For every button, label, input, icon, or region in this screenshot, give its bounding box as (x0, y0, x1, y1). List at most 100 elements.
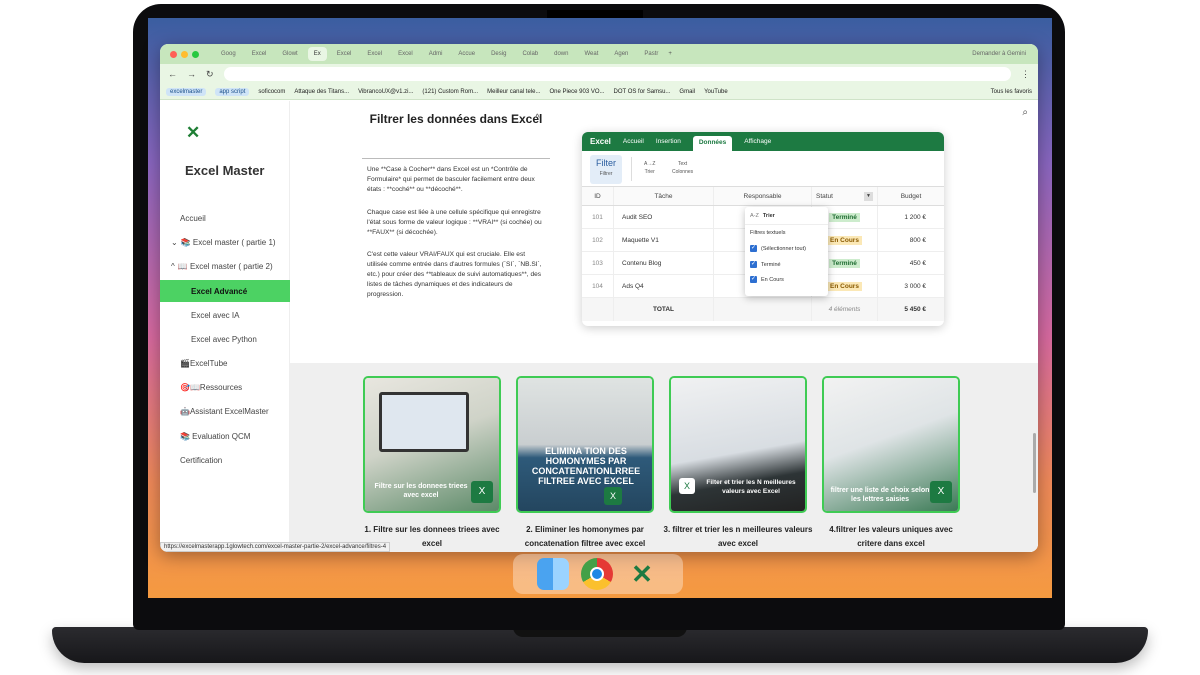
tab[interactable]: Glowt (276, 47, 303, 61)
excel-tab[interactable]: Affichage (744, 138, 771, 145)
url-input[interactable] (223, 67, 1011, 81)
finder-icon[interactable] (537, 558, 569, 590)
close-window-button[interactable] (170, 50, 177, 58)
card-caption[interactable]: 3. filtrer et trier les n meilleures val… (663, 523, 813, 551)
sidebar-item-excel-advance[interactable]: Excel Advancé (160, 280, 290, 302)
excel-logo-icon: X (604, 487, 622, 505)
card-caption[interactable]: 2. Eliminer les homonymes par concatenat… (510, 523, 660, 551)
excel-logo-icon: X (679, 478, 695, 494)
bookmark[interactable]: YouTube (704, 89, 728, 95)
tab[interactable]: Colab (516, 47, 544, 61)
bookmark[interactable]: Attaque des Titans... (294, 89, 349, 95)
reload-icon[interactable]: ↻ (206, 69, 214, 80)
dropdown-option[interactable]: ✓ En Cours (750, 276, 784, 283)
excel-tab[interactable]: Insertion (656, 138, 681, 145)
sidebar-item-exceltube[interactable]: 🎬ExcelTube (160, 352, 290, 374)
cell-id: 101 (582, 206, 614, 228)
tab-active[interactable]: Ex (307, 47, 327, 61)
maximize-window-button[interactable] (192, 50, 199, 58)
tab[interactable]: Desig (485, 47, 512, 61)
option-label: Terminé (761, 261, 781, 268)
bookmark[interactable]: app script (215, 87, 250, 96)
excel-brand: Excel (590, 137, 611, 146)
tab[interactable]: Admi (423, 47, 449, 61)
sidebar-item-certification[interactable]: Certification (160, 449, 290, 471)
header-owner: Responsable (714, 187, 812, 205)
paragraph: Une **Case à Cocher** dans Excel est un … (367, 166, 535, 193)
filter-dropdown-icon[interactable]: ▼ (864, 191, 873, 201)
sidebar-item-accueil[interactable]: Accueil (160, 207, 290, 229)
text-columns-button[interactable]: Text Colonnes (672, 160, 693, 176)
dropdown-option[interactable]: ✓ (Sélectionner tout) (750, 245, 806, 252)
bookmark[interactable]: DOT OS for Samsu... (614, 89, 671, 95)
header-status[interactable]: Statut ▼ (812, 187, 878, 205)
gemini-button[interactable]: Demander à Gemini (966, 47, 1032, 61)
tab[interactable]: Excel (331, 47, 358, 61)
tab[interactable]: Agen (608, 47, 634, 61)
filter-button[interactable]: Filter Filtrer (590, 155, 622, 184)
tab[interactable]: Accue (452, 47, 481, 61)
tab[interactable]: Excel (361, 47, 388, 61)
status-badge: Terminé (829, 258, 860, 268)
sidebar-item-partie-2[interactable]: ^ 📖 Excel master ( partie 2) (160, 255, 290, 277)
bookmark[interactable]: soficocom (258, 89, 285, 95)
bookmark-folder[interactable]: Tous les favoris (991, 89, 1032, 95)
tutorial-card[interactable]: Filtre sur les donnees triees avec excel… (363, 376, 501, 513)
sidebar-item-excel-python[interactable]: Excel avec Python (160, 328, 290, 350)
tutorial-card[interactable]: Filter et trier les N meilleures valeurs… (669, 376, 807, 513)
status-badge: En Cours (827, 281, 862, 291)
dropdown-sort[interactable]: A-Z Trier (750, 213, 775, 219)
collapse-icon[interactable]: ^ (535, 113, 540, 124)
new-tab-icon[interactable]: + (668, 51, 672, 57)
bookmarks-bar: excelmaster app script soficocom Attaque… (160, 84, 1038, 100)
bookmark[interactable]: Meilleur canal tele... (487, 89, 540, 95)
checkbox-checked-icon[interactable]: ✓ (750, 276, 757, 283)
tutorial-card[interactable]: ELIMINA TION DES HOMONYMES PAR CONCATENA… (516, 376, 654, 513)
header-budget: Budget (900, 192, 922, 200)
bookmark[interactable]: (121) Custom Rom... (422, 89, 478, 95)
tab[interactable]: Excel (246, 47, 273, 61)
excel-dock-icon[interactable]: ✕ (626, 558, 658, 590)
card-caption[interactable]: 4.filtrer les valeurs uniques avec crite… (816, 523, 966, 551)
table-header: ID Tâche Responsable Statut ▼ Budget (582, 187, 944, 206)
tutorial-cards-section: Filtre sur les donnees triees avec excel… (290, 363, 1038, 552)
bookmark[interactable]: One Piece 903 VO... (549, 89, 604, 95)
cell-task: Maquette V1 (614, 229, 714, 251)
sort-icon: A-Z (750, 213, 759, 219)
bookmark[interactable]: excelmaster (166, 87, 207, 96)
menu-icon[interactable]: ⋮ (1021, 69, 1030, 80)
sidebar-item-label: 📚 Excel master ( partie 1) (180, 237, 276, 247)
filter-dropdown: A-Z Trier Filtres textuels ✓ (Sélectionner… (745, 207, 828, 296)
forward-icon[interactable]: → (187, 69, 196, 79)
columns-label: Colonnes (672, 169, 694, 175)
bookmark[interactable]: VibrancoUX@v1.zi... (358, 89, 413, 95)
card-overlay-text: filtrer une liste de choix selon les let… (830, 487, 930, 503)
sort-button[interactable]: A→Z Trier (644, 160, 655, 176)
tab[interactable]: down (548, 47, 574, 61)
dropdown-option[interactable]: ✓ Terminé (750, 261, 781, 268)
chrome-icon[interactable] (581, 558, 613, 590)
tab[interactable]: Weat (578, 47, 604, 61)
sidebar-item-evaluation[interactable]: 📚 Evaluation QCM (160, 425, 290, 447)
page-title: Filtrer les données dans Excel (369, 112, 543, 126)
cell-task: Ads Q4 (614, 275, 714, 297)
tab[interactable]: Goog (215, 47, 242, 61)
checkbox-checked-icon[interactable]: ✓ (750, 261, 757, 268)
excel-tab-active[interactable]: Données (692, 136, 733, 151)
sidebar-item-partie-1[interactable]: ⌄ 📚 Excel master ( partie 1) (160, 231, 290, 253)
excel-tab[interactable]: Accueil (623, 138, 644, 145)
scrollbar[interactable] (1033, 433, 1036, 493)
search-icon[interactable]: ⌕ (1022, 107, 1028, 118)
minimize-window-button[interactable] (181, 50, 188, 58)
sidebar: ✕ Excel Master Accueil ⌄ 📚 Excel master (… (160, 101, 310, 552)
tutorial-card[interactable]: filtrer une liste de choix selon les let… (822, 376, 960, 513)
tab[interactable]: Excel (392, 47, 419, 61)
checkbox-checked-icon[interactable]: ✓ (750, 245, 757, 252)
sidebar-item-excel-ia[interactable]: Excel avec IA (160, 304, 290, 326)
back-icon[interactable]: ← (168, 69, 177, 79)
option-label: (Sélectionner tout) (761, 245, 806, 252)
tab[interactable]: Pastr (638, 47, 664, 61)
bookmark[interactable]: Gmail (679, 89, 695, 95)
sidebar-item-ressources[interactable]: 🎯📖Ressources (160, 376, 290, 398)
sidebar-item-assistant[interactable]: 🤖Assistant ExcelMaster (160, 400, 290, 422)
